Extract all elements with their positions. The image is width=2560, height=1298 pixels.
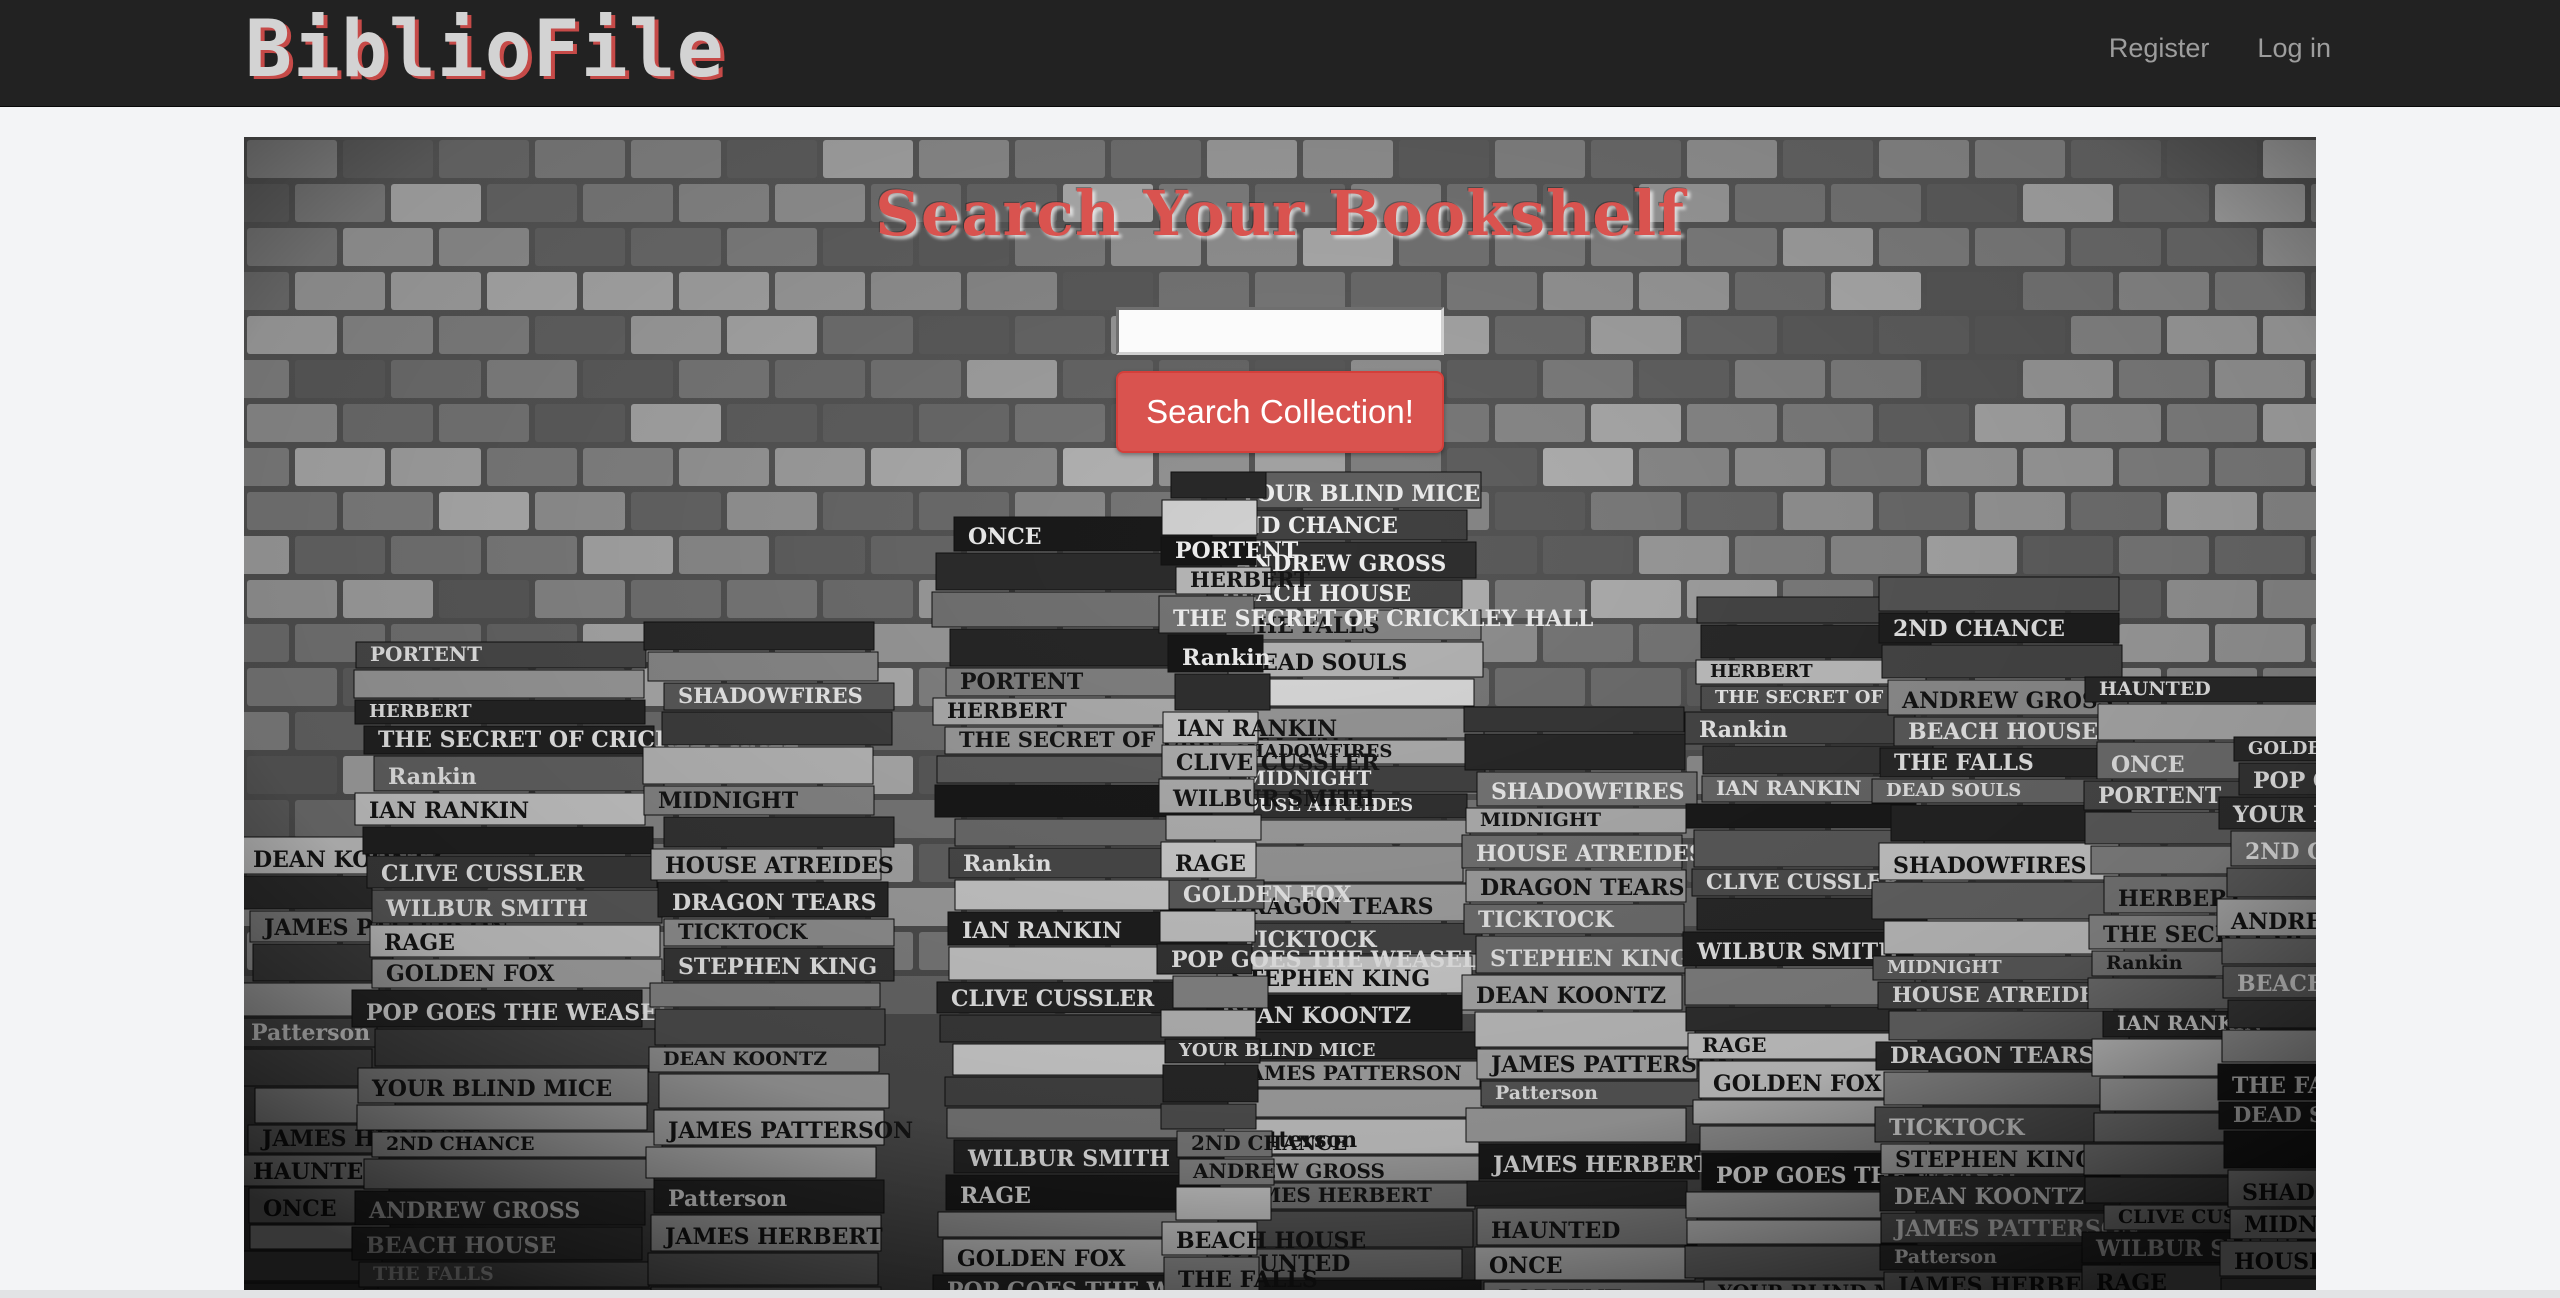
search-collection-button[interactable]: Search Collection! — [1116, 371, 1444, 453]
top-navbar: BiblioFile Register Log in — [0, 0, 2560, 107]
search-input[interactable] — [1116, 307, 1444, 355]
hero-banner: DEAN KOONTZJAMES PATTERSONPattersonJAMES… — [244, 137, 2316, 1298]
login-link[interactable]: Log in — [2257, 33, 2331, 64]
page-title: Search Your Bookshelf — [875, 177, 1685, 250]
window-bottom-edge — [0, 1290, 2560, 1298]
register-link[interactable]: Register — [2109, 33, 2210, 64]
nav-links: Register Log in — [2061, 0, 2331, 96]
brand-logo-link[interactable]: BiblioFile — [245, 6, 725, 94]
